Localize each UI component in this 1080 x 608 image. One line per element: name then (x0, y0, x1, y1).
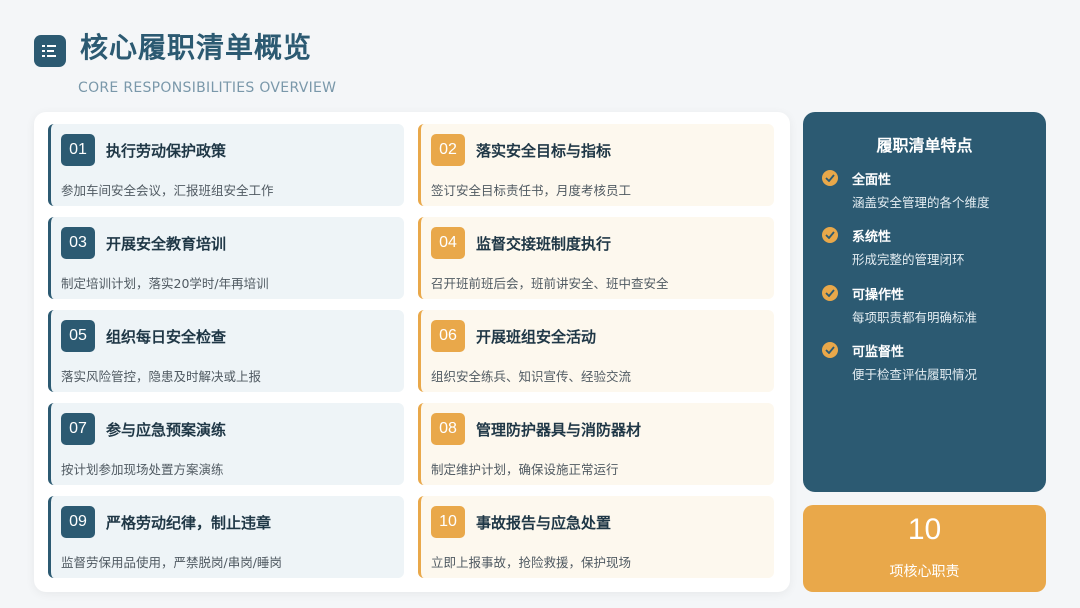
item-title: 执行劳动保护政策 (106, 142, 227, 160)
features-title: 履职清单特点 (876, 136, 973, 155)
responsibility-item: 08 管理防护器具与消防器材 制定维护计划，确保设施正常运行 (418, 403, 774, 485)
page-subtitle: CORE RESPONSIBILITIES OVERVIEW (78, 80, 337, 96)
item-number-badge: 04 (431, 227, 465, 259)
item-number-badge: 01 (61, 134, 95, 166)
responsibility-item: 09 严格劳动纪律，制止违章 监督劳保用品使用，严禁脱岗/串岗/睡岗 (48, 496, 404, 578)
item-description: 参加车间安全会议，汇报班组安全工作 (61, 183, 274, 198)
responsibility-item: 07 参与应急预案演练 按计划参加现场处置方案演练 (48, 403, 404, 485)
item-title: 开展班组安全活动 (476, 328, 597, 346)
feature-description: 形成完整的管理闭环 (852, 252, 965, 267)
summary-count-card: 10 项核心职责 (803, 505, 1046, 592)
responsibility-item: 06 开展班组安全活动 组织安全练兵、知识宣传、经验交流 (418, 310, 774, 392)
feature-name: 可操作性 (852, 288, 905, 303)
item-number-badge: 02 (431, 134, 465, 166)
feature-description: 涵盖安全管理的各个维度 (852, 195, 990, 210)
feature-description: 便于检查评估履职情况 (852, 367, 978, 382)
item-description: 制定培训计划，落实20学时/年再培训 (61, 276, 269, 291)
item-description: 落实风险管控，隐患及时解决或上报 (61, 369, 262, 384)
responsibility-item: 03 开展安全教育培训 制定培训计划，落实20学时/年再培训 (48, 217, 404, 299)
item-description: 立即上报事故，抢险救援，保护现场 (431, 555, 632, 570)
features-panel: 履职清单特点 全面性 涵盖安全管理的各个维度 系统性 形成完整的管理闭环 可操作… (803, 112, 1046, 492)
item-number-badge: 06 (431, 320, 465, 352)
list-icon (34, 35, 66, 67)
check-icon (822, 227, 838, 243)
feature-description: 每项职责都有明确标准 (852, 310, 978, 325)
item-number-badge: 08 (431, 413, 465, 445)
responsibility-item: 05 组织每日安全检查 落实风险管控，隐患及时解决或上报 (48, 310, 404, 392)
feature-name: 全面性 (852, 173, 892, 188)
responsibility-item: 04 监督交接班制度执行 召开班前班后会，班前讲安全、班中查安全 (418, 217, 774, 299)
item-title: 管理防护器具与消防器材 (476, 421, 642, 439)
feature-name: 可监督性 (852, 345, 905, 360)
responsibilities-card: 01 执行劳动保护政策 参加车间安全会议，汇报班组安全工作 02 落实安全目标与… (34, 112, 790, 592)
check-icon (822, 170, 838, 186)
item-title: 严格劳动纪律，制止违章 (106, 514, 272, 532)
item-number-badge: 03 (61, 227, 95, 259)
item-description: 签订安全目标责任书，月度考核员工 (431, 183, 632, 198)
page-title: 核心履职清单概览 (80, 31, 313, 64)
item-number-badge: 05 (61, 320, 95, 352)
item-number-badge: 07 (61, 413, 95, 445)
item-description: 监督劳保用品使用，严禁脱岗/串岗/睡岗 (61, 555, 282, 570)
item-title: 组织每日安全检查 (106, 328, 227, 346)
feature-name: 系统性 (852, 230, 892, 245)
item-description: 制定维护计划，确保设施正常运行 (431, 462, 619, 477)
item-title: 开展安全教育培训 (106, 235, 227, 253)
responsibility-item: 10 事故报告与应急处置 立即上报事故，抢险救援，保护现场 (418, 496, 774, 578)
item-title: 监督交接班制度执行 (476, 235, 612, 253)
item-number-badge: 09 (61, 506, 95, 538)
item-title: 落实安全目标与指标 (476, 142, 612, 160)
item-title: 参与应急预案演练 (106, 421, 227, 439)
item-title: 事故报告与应急处置 (476, 514, 612, 532)
item-description: 组织安全练兵、知识宣传、经验交流 (431, 369, 632, 384)
responsibility-item: 02 落实安全目标与指标 签订安全目标责任书，月度考核员工 (418, 124, 774, 206)
core-count-label: 项核心职责 (889, 564, 960, 580)
item-description: 按计划参加现场处置方案演练 (61, 462, 224, 477)
item-number-badge: 10 (431, 506, 465, 538)
check-icon (822, 285, 838, 301)
core-count: 10 (907, 513, 942, 546)
check-icon (822, 342, 838, 358)
responsibility-item: 01 执行劳动保护政策 参加车间安全会议，汇报班组安全工作 (48, 124, 404, 206)
item-description: 召开班前班后会，班前讲安全、班中查安全 (431, 276, 669, 291)
